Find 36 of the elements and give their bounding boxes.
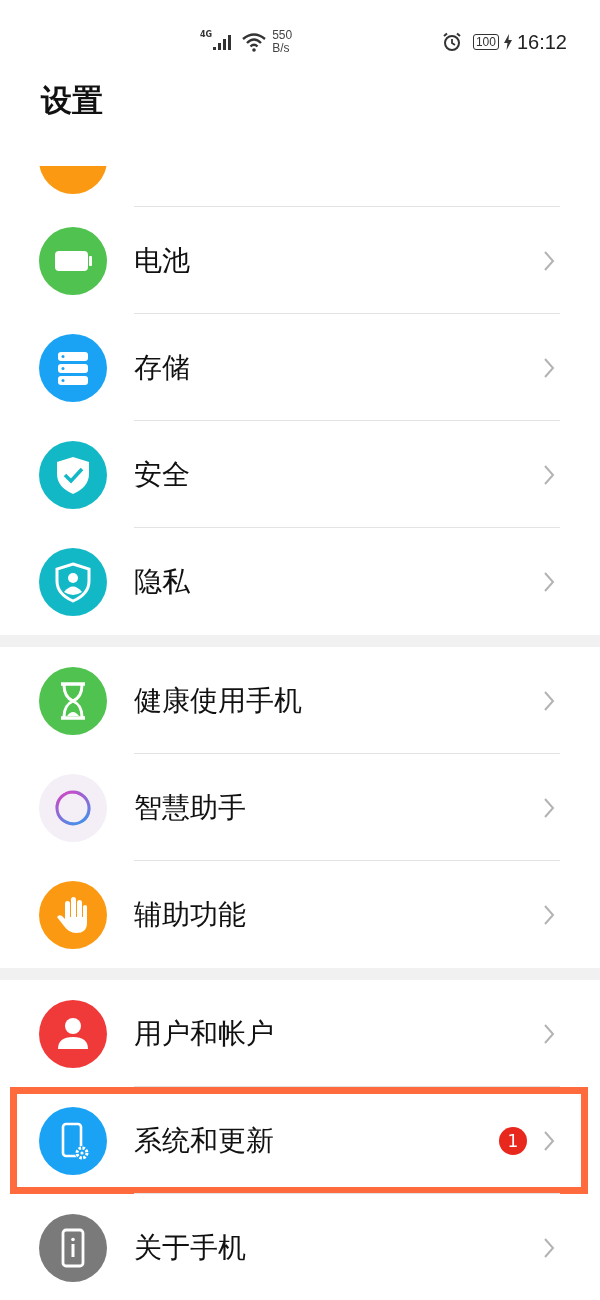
chevron-right-icon	[543, 796, 555, 819]
charging-bolt-icon	[503, 34, 512, 50]
chevron-right-icon	[543, 570, 555, 593]
settings-item[interactable]: 系统和更新 1	[0, 1087, 600, 1194]
settings-item[interactable]: 存储	[0, 314, 600, 421]
settings-item[interactable]: 安全	[0, 421, 600, 528]
chevron-right-icon	[543, 1236, 555, 1259]
settings-item[interactable]: 健康使用手机	[0, 647, 600, 754]
chevron-right-icon	[543, 249, 555, 272]
settings-item[interactable]: 辅助功能	[0, 861, 600, 968]
chevron-right-icon	[543, 689, 555, 712]
wifi-icon	[241, 32, 268, 52]
phone-info-icon	[39, 1213, 107, 1282]
clock-time: 16:12	[516, 30, 567, 54]
chevron-right-icon	[543, 356, 555, 379]
settings-item[interactable]: 用户和帐户	[0, 980, 600, 1087]
notification-badge: 1	[499, 1126, 527, 1155]
chevron-right-icon	[543, 903, 555, 926]
chevron-right-icon	[543, 1022, 555, 1045]
hand-icon	[39, 880, 107, 949]
speed-unit: B/s	[272, 42, 291, 55]
page-title: 设置	[41, 81, 103, 120]
network-type: 4G	[200, 30, 213, 39]
chevron-right-icon	[543, 1129, 555, 1152]
settings-item[interactable]: 关于手机	[0, 1194, 600, 1300]
hourglass-icon	[39, 666, 107, 735]
ring-icon	[39, 773, 107, 842]
network-speed: 550	[272, 29, 293, 42]
settings-item[interactable]: 电池	[0, 207, 600, 314]
person-icon	[39, 999, 107, 1068]
phone-gear-icon	[39, 1106, 107, 1175]
settings-item[interactable]: 智慧助手	[0, 754, 600, 861]
chevron-right-icon	[543, 463, 555, 486]
battery-level: 100	[472, 34, 499, 50]
settings-item[interactable]: 隐私	[0, 528, 600, 635]
alarm-icon	[441, 32, 462, 52]
